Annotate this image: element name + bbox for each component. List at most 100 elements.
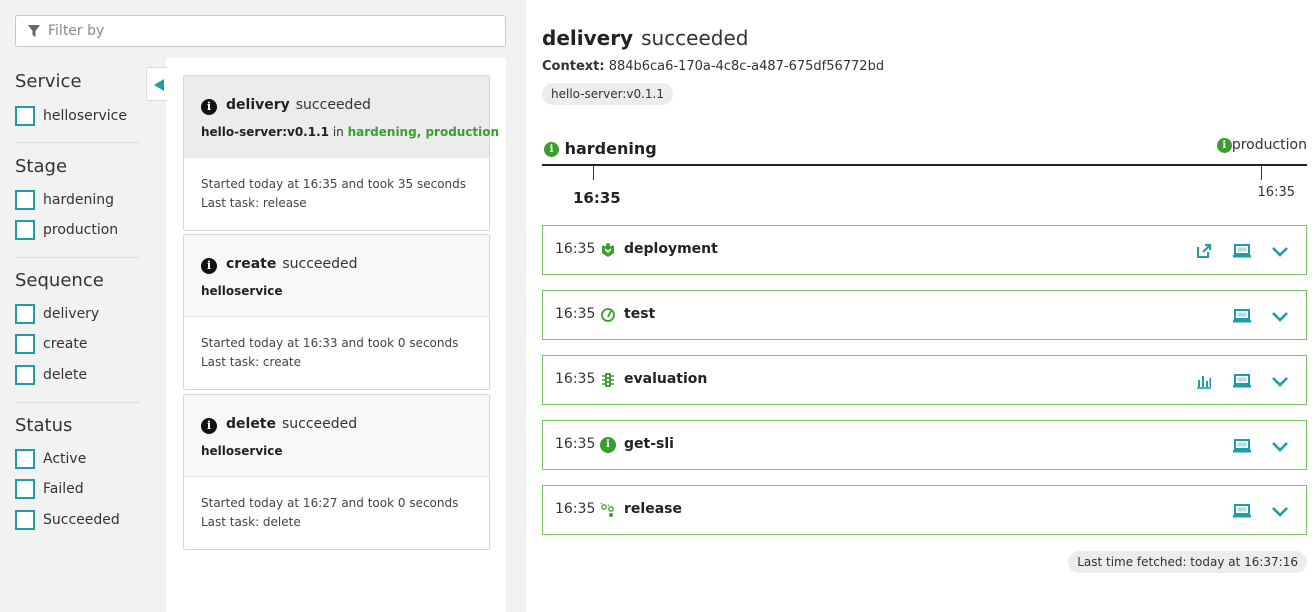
bar-chart-icon[interactable] [1194,371,1214,391]
task-row-evaluation[interactable]: 16:35 evaluation [542,355,1307,405]
filter-option-delivery[interactable]: delivery [15,304,99,324]
sequence-card-create[interactable]: i create succeeded helloservice Started t… [183,234,490,390]
filter-group-service: Service helloservice [15,70,140,143]
chevron-down-icon[interactable] [1270,241,1290,261]
checkbox[interactable] [15,106,35,126]
info-icon: i [544,142,559,157]
filter-option-succeeded[interactable]: Succeeded [15,510,120,530]
funnel-icon [28,25,40,37]
filter-option-failed[interactable]: Failed [15,479,84,499]
filter-group-status: Status Active Failed Succeeded [15,414,140,530]
checkbox[interactable] [15,304,35,324]
task-name: get-sli [624,436,674,452]
chevron-down-icon[interactable] [1270,371,1290,391]
filter-group-sequence: Sequence delivery create delete [15,269,140,403]
filter-option-create[interactable]: create [15,334,87,354]
chevron-down-icon[interactable] [1270,501,1290,521]
timeline-time-hardening: 16:35 [573,189,621,207]
sequence-started: Started today at 16:27 and took 0 second… [201,496,459,510]
filter-option-hardening[interactable]: hardening [15,190,114,210]
stage-timeline: i hardening i production 16:35 16:35 [542,133,1307,213]
sequence-subject: helloservice [201,444,283,458]
info-icon: i [201,258,217,274]
task-row-deployment[interactable]: 16:35 deployment [542,225,1307,275]
context-id: 884b6ca6-170a-4c8c-a487-675df56772bd [608,59,885,74]
chevron-down-icon[interactable] [1270,436,1290,456]
context-line: Context: 884b6ca6-170a-4c8c-a487-675df56… [542,59,885,74]
sequence-status: succeeded [282,416,358,432]
laptop-icon[interactable] [1232,501,1252,521]
task-row-release[interactable]: 16:35 release [542,485,1307,535]
task-row-test[interactable]: 16:35 test [542,290,1307,340]
checkbox[interactable] [15,449,35,469]
task-time: 16:35 [555,241,596,257]
filter-option-delete[interactable]: delete [15,365,87,385]
checkbox[interactable] [15,334,35,354]
timeline-tick [1261,166,1262,180]
timeline-time-production: 16:35 [1257,185,1295,200]
info-icon: i [201,99,217,115]
task-time: 16:35 [555,501,596,517]
filter-input[interactable] [48,16,488,46]
release-icon [600,502,614,517]
divider [15,402,140,403]
laptop-icon[interactable] [1232,436,1252,456]
filter-group-title: Status [15,415,73,436]
sequence-name: delivery [226,97,290,113]
laptop-icon[interactable] [1232,371,1252,391]
task-time: 16:35 [555,371,596,387]
filter-box[interactable] [15,15,506,47]
deployment-icon [602,243,614,257]
stage-link-hardening[interactable]: hardening [348,125,417,139]
checkbox[interactable] [15,365,35,385]
collapse-filter-button[interactable] [146,67,168,101]
task-row-get-sli[interactable]: 16:35 i get-sli [542,420,1307,470]
filter-group-stage: Stage hardening production [15,155,140,258]
filter-group-title: Stage [15,156,68,177]
sequence-last-task: Last task: delete [201,515,301,529]
filter-group-title: Sequence [15,270,104,291]
sequence-status: succeeded [282,256,358,272]
filter-panel: Service helloservice Stage hardening pro… [0,0,526,612]
sequence-name: delete [226,416,276,432]
task-time: 16:35 [555,306,596,322]
detail-title: delivery succeeded [542,26,749,50]
laptop-icon[interactable] [1232,306,1252,326]
chevron-down-icon[interactable] [1270,306,1290,326]
sequence-card-delete[interactable]: i delete succeeded helloservice Started t… [183,394,490,550]
in-label: in [332,125,344,139]
filter-option-production[interactable]: production [15,220,118,240]
task-name: test [624,306,656,322]
sequence-detail-panel: delivery succeeded Context: 884b6ca6-170a… [526,0,1315,612]
timeline-bar [542,164,1307,166]
filter-option-active[interactable]: Active [15,449,86,469]
timeline-tick [593,166,594,180]
test-gauge-icon [601,308,615,322]
timeline-stage-hardening[interactable]: i hardening [544,139,657,158]
info-icon: i [201,418,217,434]
sequence-subject: helloservice [201,284,283,298]
info-icon: i [600,437,616,453]
sequence-started: Started today at 16:35 and took 35 secon… [201,177,467,191]
checkbox[interactable] [15,190,35,210]
sequence-name: create [226,256,277,272]
filter-group-title: Service [15,71,82,92]
task-name: deployment [624,241,718,257]
timeline-stage-production[interactable]: i production [1216,137,1307,153]
sequence-card-delivery[interactable]: i delivery succeeded hello-server:v0.1.1 … [183,75,499,231]
sequence-subject: hello-server:v0.1.1 [201,125,329,139]
task-time: 16:35 [555,436,596,452]
traffic-light-icon [602,373,614,387]
checkbox[interactable] [15,479,35,499]
stage-link-production[interactable]: production [425,125,499,139]
open-link-icon[interactable] [1194,241,1214,261]
task-name: release [624,501,682,517]
checkbox[interactable] [15,220,35,240]
filter-option-helloservice[interactable]: helloservice [15,106,127,126]
triangle-left-icon [154,79,164,91]
laptop-icon[interactable] [1232,241,1252,261]
task-name: evaluation [624,371,708,387]
checkbox[interactable] [15,510,35,530]
sequence-status: succeeded [295,97,371,113]
sequence-last-task: Last task: release [201,196,307,210]
